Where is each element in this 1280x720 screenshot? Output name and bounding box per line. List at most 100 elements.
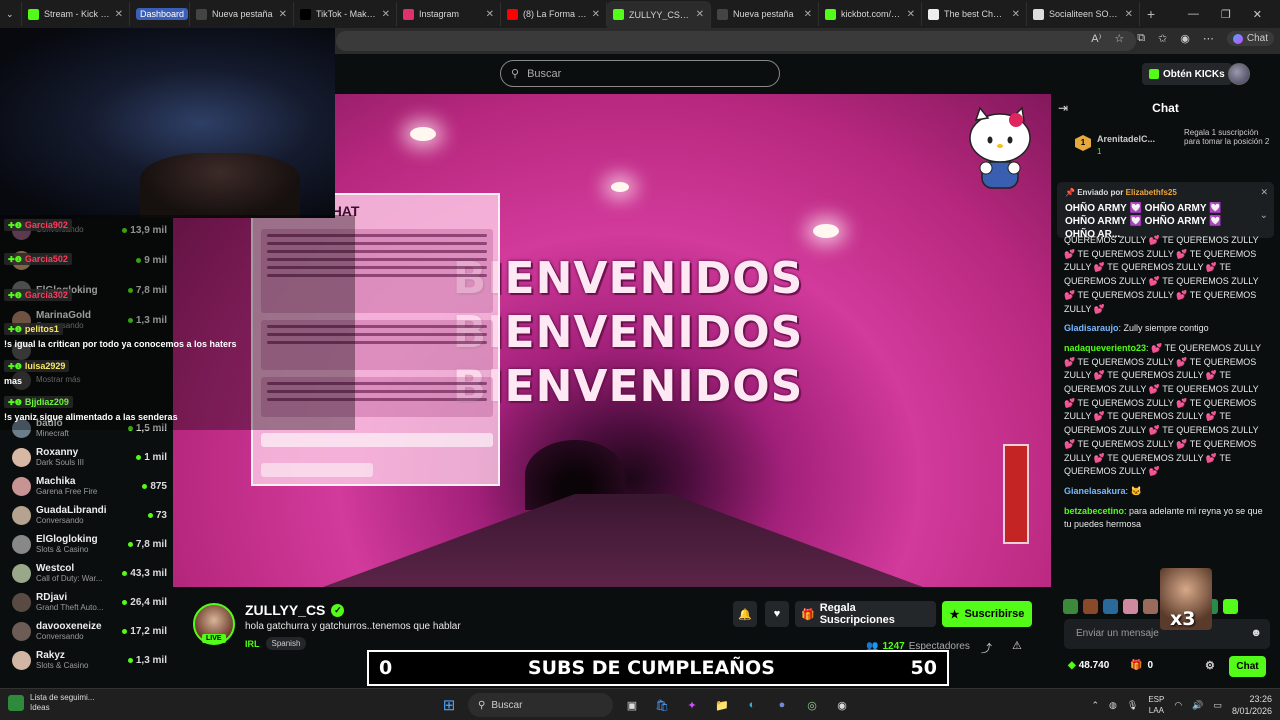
browser-tab[interactable]: Socialiteen SOCIAL✕ — [1027, 2, 1140, 26]
subscribe-button[interactable]: ★ Suscribirse — [942, 601, 1032, 627]
widgets-button[interactable]: Lista de seguimi... Ideas — [8, 693, 94, 713]
close-tab-icon[interactable]: ✕ — [696, 9, 704, 20]
avatar[interactable] — [1228, 63, 1250, 85]
following-channel[interactable]: RDjavi Grand Theft Auto... 26,4 mil — [12, 588, 167, 616]
browser-tab[interactable]: The best ChatBot a✕ — [922, 2, 1027, 26]
browser-tab[interactable]: (8) La Forma En Q✕ — [501, 2, 607, 26]
send-chat-button[interactable]: Chat — [1229, 656, 1266, 677]
emote-icon[interactable] — [1103, 599, 1118, 614]
following-channel[interactable]: Rakyz Slots & Casino 1,3 mil — [12, 646, 167, 674]
following-channel[interactable]: GuadaLibrandi Conversando 73 — [12, 501, 167, 529]
close-tab-icon[interactable]: ✕ — [1125, 9, 1133, 20]
streamer-name[interactable]: ZULLYY_CS ✓ — [245, 602, 345, 618]
emote-icon[interactable] — [1143, 599, 1158, 614]
close-tab-icon[interactable]: ✕ — [1012, 9, 1020, 20]
get-kicks-button[interactable]: Obtén KICKs — [1142, 63, 1232, 85]
following-channel[interactable]: davooxeneize Conversando 17,2 mil — [12, 617, 167, 645]
browser-tab[interactable]: TikTok - Make Your✕ — [294, 2, 397, 26]
chat-message[interactable]: Gianelasakura: 🐱 — [1064, 485, 1264, 499]
taskbar-search[interactable]: ⚲ Buscar — [468, 693, 613, 717]
minimize-icon[interactable]: — — [1188, 8, 1199, 20]
browser-tab[interactable]: ⌄ — [0, 2, 22, 26]
tab-list-icon[interactable]: ⌄ — [6, 9, 14, 20]
more-icon[interactable]: ⋯ — [1203, 32, 1214, 45]
close-icon[interactable]: ✕ — [1253, 8, 1262, 21]
browser-tab[interactable]: Stream - Kick Dash✕ — [22, 2, 130, 26]
pinned-message[interactable]: 📌 Enviado por Elizabethfs25 OHÑO ARMY 💟 … — [1057, 182, 1274, 240]
report-icon[interactable]: ⚠ — [1012, 639, 1022, 652]
task-view-icon[interactable]: ▣ — [621, 694, 643, 716]
following-channel[interactable]: Roxanny Dark Souls III 1 mil — [12, 443, 167, 471]
close-tab-icon[interactable]: ✕ — [382, 9, 390, 20]
wifi-icon[interactable]: ◠ — [1174, 700, 1182, 711]
following-channel[interactable]: ElGlogloking Slots & Casino 7,8 mil — [12, 530, 167, 558]
chat-username[interactable]: nadaqueveriento23 — [1064, 343, 1146, 353]
browser-tab[interactable]: ZULLYY_CS Stream✕ — [607, 1, 711, 28]
following-channel[interactable]: Westcol Call of Duty: War... 43,3 mil — [12, 559, 167, 587]
gifts-counter[interactable]: 🎁 0 — [1130, 660, 1153, 671]
network-icon[interactable]: ◍ — [1109, 700, 1117, 711]
url-input[interactable] — [336, 31, 1136, 51]
obs-icon[interactable]: ◉ — [831, 694, 853, 716]
emote-icon[interactable] — [1063, 599, 1078, 614]
file-explorer-icon[interactable]: 📁 — [711, 694, 733, 716]
close-tab-icon[interactable]: ✕ — [279, 9, 287, 20]
avatar — [12, 447, 31, 467]
chat-username[interactable]: Gladisaraujo — [1064, 323, 1119, 333]
volume-icon[interactable]: 🔊 — [1192, 700, 1203, 711]
emoji-icon[interactable]: ☻ — [1250, 627, 1262, 639]
favorites-icon[interactable]: ✩ — [1158, 32, 1167, 45]
unpin-icon[interactable]: ✕ — [1260, 187, 1268, 198]
chat-username[interactable]: betzabecetino — [1064, 506, 1124, 516]
close-tab-icon[interactable]: ✕ — [907, 9, 915, 20]
share-icon[interactable]: ⤴ — [981, 640, 992, 656]
discord-icon[interactable]: ● — [771, 694, 793, 716]
favorite-icon[interactable]: ☆ — [1114, 32, 1124, 45]
emote-icon[interactable] — [1123, 599, 1138, 614]
chat-message[interactable]: QUEREMOS ZULLY 💕 TE QUEREMOS ZULLY 💕 TE … — [1064, 234, 1264, 316]
chat-message[interactable]: Gladisaraujo: Zully siempre contigo — [1064, 322, 1264, 336]
browser-tab[interactable]: Instagram ✕ — [397, 2, 501, 26]
close-tab-icon[interactable]: ✕ — [804, 9, 812, 20]
chat-username[interactable]: Gianelasakura — [1064, 486, 1126, 496]
browser-toolbar: A⁾ ☆ ⧉ ✩ ◉ ⋯ Chat — [1091, 31, 1274, 46]
emote-icon[interactable] — [1083, 599, 1098, 614]
following-channel[interactable]: Machika Garena Free Fire 875 — [12, 472, 167, 500]
kicks-balance[interactable]: ◆ 48.740 — [1068, 660, 1109, 671]
chevron-down-icon[interactable]: ⌄ — [1260, 210, 1268, 221]
clock[interactable]: 23:26 8/01/2026 — [1232, 693, 1272, 717]
edge-icon[interactable]: ◐ — [741, 694, 763, 716]
profile-icon[interactable]: ◉ — [1180, 32, 1190, 45]
chat-message[interactable]: nadaqueveriento23: 💕 TE QUEREMOS ZULLY 💕… — [1064, 342, 1264, 479]
app-icon[interactable]: ◎ — [801, 694, 823, 716]
close-tab-icon[interactable]: ✕ — [592, 9, 600, 20]
notification-bell-button[interactable]: 🔔 — [733, 601, 757, 627]
extensions-icon[interactable]: ⧉ — [1137, 32, 1145, 45]
mic-icon[interactable]: 🎙 — [1127, 700, 1138, 711]
close-tab-icon[interactable]: ✕ — [115, 9, 123, 20]
read-aloud-icon[interactable]: A⁾ — [1091, 32, 1101, 45]
chat-message[interactable]: betzabecetino: para adelante mi reyna yo… — [1064, 505, 1264, 532]
battery-icon[interactable]: ▭ — [1213, 700, 1222, 711]
store-icon[interactable]: 🛍 — [651, 694, 673, 716]
copilot-button[interactable]: Chat — [1226, 31, 1274, 46]
browser-tab[interactable]: Nueva pestaña ✕ — [711, 2, 819, 26]
close-tab-icon[interactable]: ✕ — [486, 9, 494, 20]
emote-icon[interactable] — [1223, 599, 1238, 614]
language-indicator[interactable]: ESP LAA — [1148, 694, 1164, 716]
browser-tab[interactable]: kickbot.com/dashb✕ — [819, 2, 922, 26]
maximize-icon[interactable]: ❐ — [1221, 8, 1231, 21]
newtab-icon — [196, 8, 207, 20]
browser-tab[interactable]: Nueva pestaña ✕ — [190, 2, 294, 26]
copilot-icon[interactable]: ✦ — [681, 694, 703, 716]
new-tab-button[interactable]: + — [1140, 6, 1162, 22]
chevron-up-icon[interactable]: ⌃ — [1092, 700, 1100, 711]
browser-tab[interactable]: Dashboard — [130, 2, 190, 26]
gift-leaderboard[interactable]: 1 ArenitadelC... 1 Regala 1 suscripción … — [1071, 128, 1271, 168]
gear-icon[interactable]: ⚙ — [1205, 659, 1215, 672]
search-input[interactable]: ⚲ Buscar — [500, 60, 780, 87]
gift-subs-button[interactable]: 🎁 Regala Suscripciones — [795, 601, 936, 627]
windows-start-icon[interactable]: ⊞ — [438, 694, 460, 716]
follow-button[interactable]: ♥ — [765, 601, 789, 627]
language-tag[interactable]: Spanish — [265, 637, 307, 650]
